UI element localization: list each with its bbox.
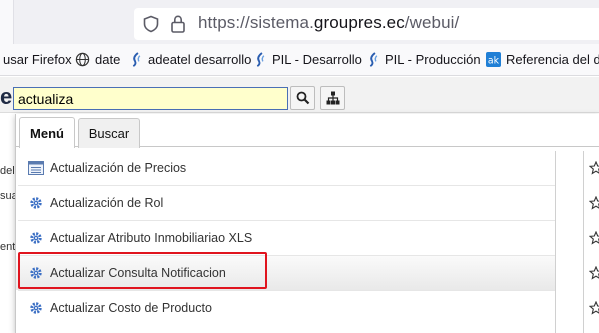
- bookmark-referencia[interactable]: ak Referencia del des: [486, 52, 599, 67]
- bookmark-date[interactable]: date: [75, 52, 120, 67]
- pil-icon: [132, 52, 141, 67]
- browser-toolbar: https://sistema.groupres.ec/webui/: [0, 0, 599, 44]
- background-text: del: [0, 165, 15, 177]
- bookmark-adeatel[interactable]: adeatel desarrollo: [131, 52, 251, 67]
- pil-icon: [369, 52, 378, 67]
- ak-icon: ak: [486, 52, 501, 67]
- app-toolbar: e: [0, 77, 599, 113]
- gear-icon: [28, 300, 44, 316]
- star-icon[interactable]: [589, 196, 599, 210]
- url-text[interactable]: https://sistema.groupres.ec/webui/: [198, 13, 459, 33]
- globe-icon: [75, 52, 90, 67]
- background-text: ent: [0, 241, 16, 253]
- bookmark-label: Referencia del des: [506, 52, 599, 67]
- star-icon[interactable]: [589, 301, 599, 315]
- result-item[interactable]: Actualizar Costo de Producto: [16, 291, 556, 325]
- bookmark-label: PIL - Producción: [385, 52, 481, 67]
- highlight-annotation-box: [18, 252, 267, 289]
- tab-label: Menú: [30, 125, 64, 141]
- bookmark-firefox[interactable]: usar Firefox: [3, 52, 72, 67]
- magnifier-icon: [296, 91, 309, 105]
- app-area: e del sua ent Menú Buscar: [0, 77, 599, 333]
- menu-search-dropdown: Menú Buscar Actualización de Precios Act…: [15, 114, 599, 333]
- result-label: Actualizar Atributo Inmobiliariao XLS: [50, 231, 253, 245]
- bookmark-pil-desarrollo[interactable]: PIL - Desarrollo: [255, 52, 362, 67]
- column-divider: [555, 151, 556, 333]
- url-prefix: https://sistema.: [198, 13, 314, 32]
- gear-icon: [28, 230, 44, 246]
- bookmark-label: usar Firefox: [3, 52, 72, 67]
- star-icon[interactable]: [589, 231, 599, 245]
- bookmarks-bar: usar Firefox date adeatel desarrollo PIL…: [0, 44, 599, 76]
- svg-text:ak: ak: [488, 55, 500, 66]
- menu-tree-button[interactable]: [320, 86, 345, 110]
- result-item[interactable]: Actualización de Rol: [16, 186, 556, 220]
- tab-menu[interactable]: Menú: [19, 117, 75, 148]
- result-list: Actualización de Precios Actualización d…: [16, 151, 556, 325]
- search-button[interactable]: [290, 86, 315, 110]
- table-icon: [28, 160, 44, 176]
- bookmark-pil-produccion[interactable]: PIL - Producción: [368, 52, 481, 67]
- tab-buscar[interactable]: Buscar: [78, 118, 140, 148]
- menu-search-input[interactable]: [13, 87, 288, 110]
- result-label: Actualizar Costo de Producto: [50, 301, 212, 315]
- star-icon[interactable]: [589, 161, 599, 175]
- bookmark-label: PIL - Desarrollo: [272, 52, 362, 67]
- app-logo: e: [0, 84, 13, 109]
- result-item[interactable]: Actualizar Atributo Inmobiliariao XLS: [16, 221, 556, 255]
- result-label: Actualización de Rol: [50, 196, 164, 210]
- bookmark-label: adeatel desarrollo: [148, 52, 252, 67]
- url-host: groupres.ec: [313, 13, 405, 32]
- result-item[interactable]: Actualización de Precios: [16, 151, 556, 185]
- tab-label: Buscar: [88, 126, 130, 141]
- result-label: Actualización de Precios: [50, 161, 187, 175]
- dropdown-tabs: Menú Buscar: [16, 114, 599, 148]
- star-icon[interactable]: [589, 266, 599, 280]
- pil-icon: [256, 52, 265, 67]
- shield-icon[interactable]: [142, 15, 160, 33]
- column-divider: [583, 151, 584, 333]
- bookmark-label: date: [95, 52, 121, 67]
- url-path: /webui/: [404, 13, 460, 32]
- browser-tab-edge[interactable]: [0, 0, 14, 44]
- sitemap-icon: [326, 91, 339, 105]
- gear-icon: [28, 195, 44, 211]
- lock-icon[interactable]: [170, 14, 186, 34]
